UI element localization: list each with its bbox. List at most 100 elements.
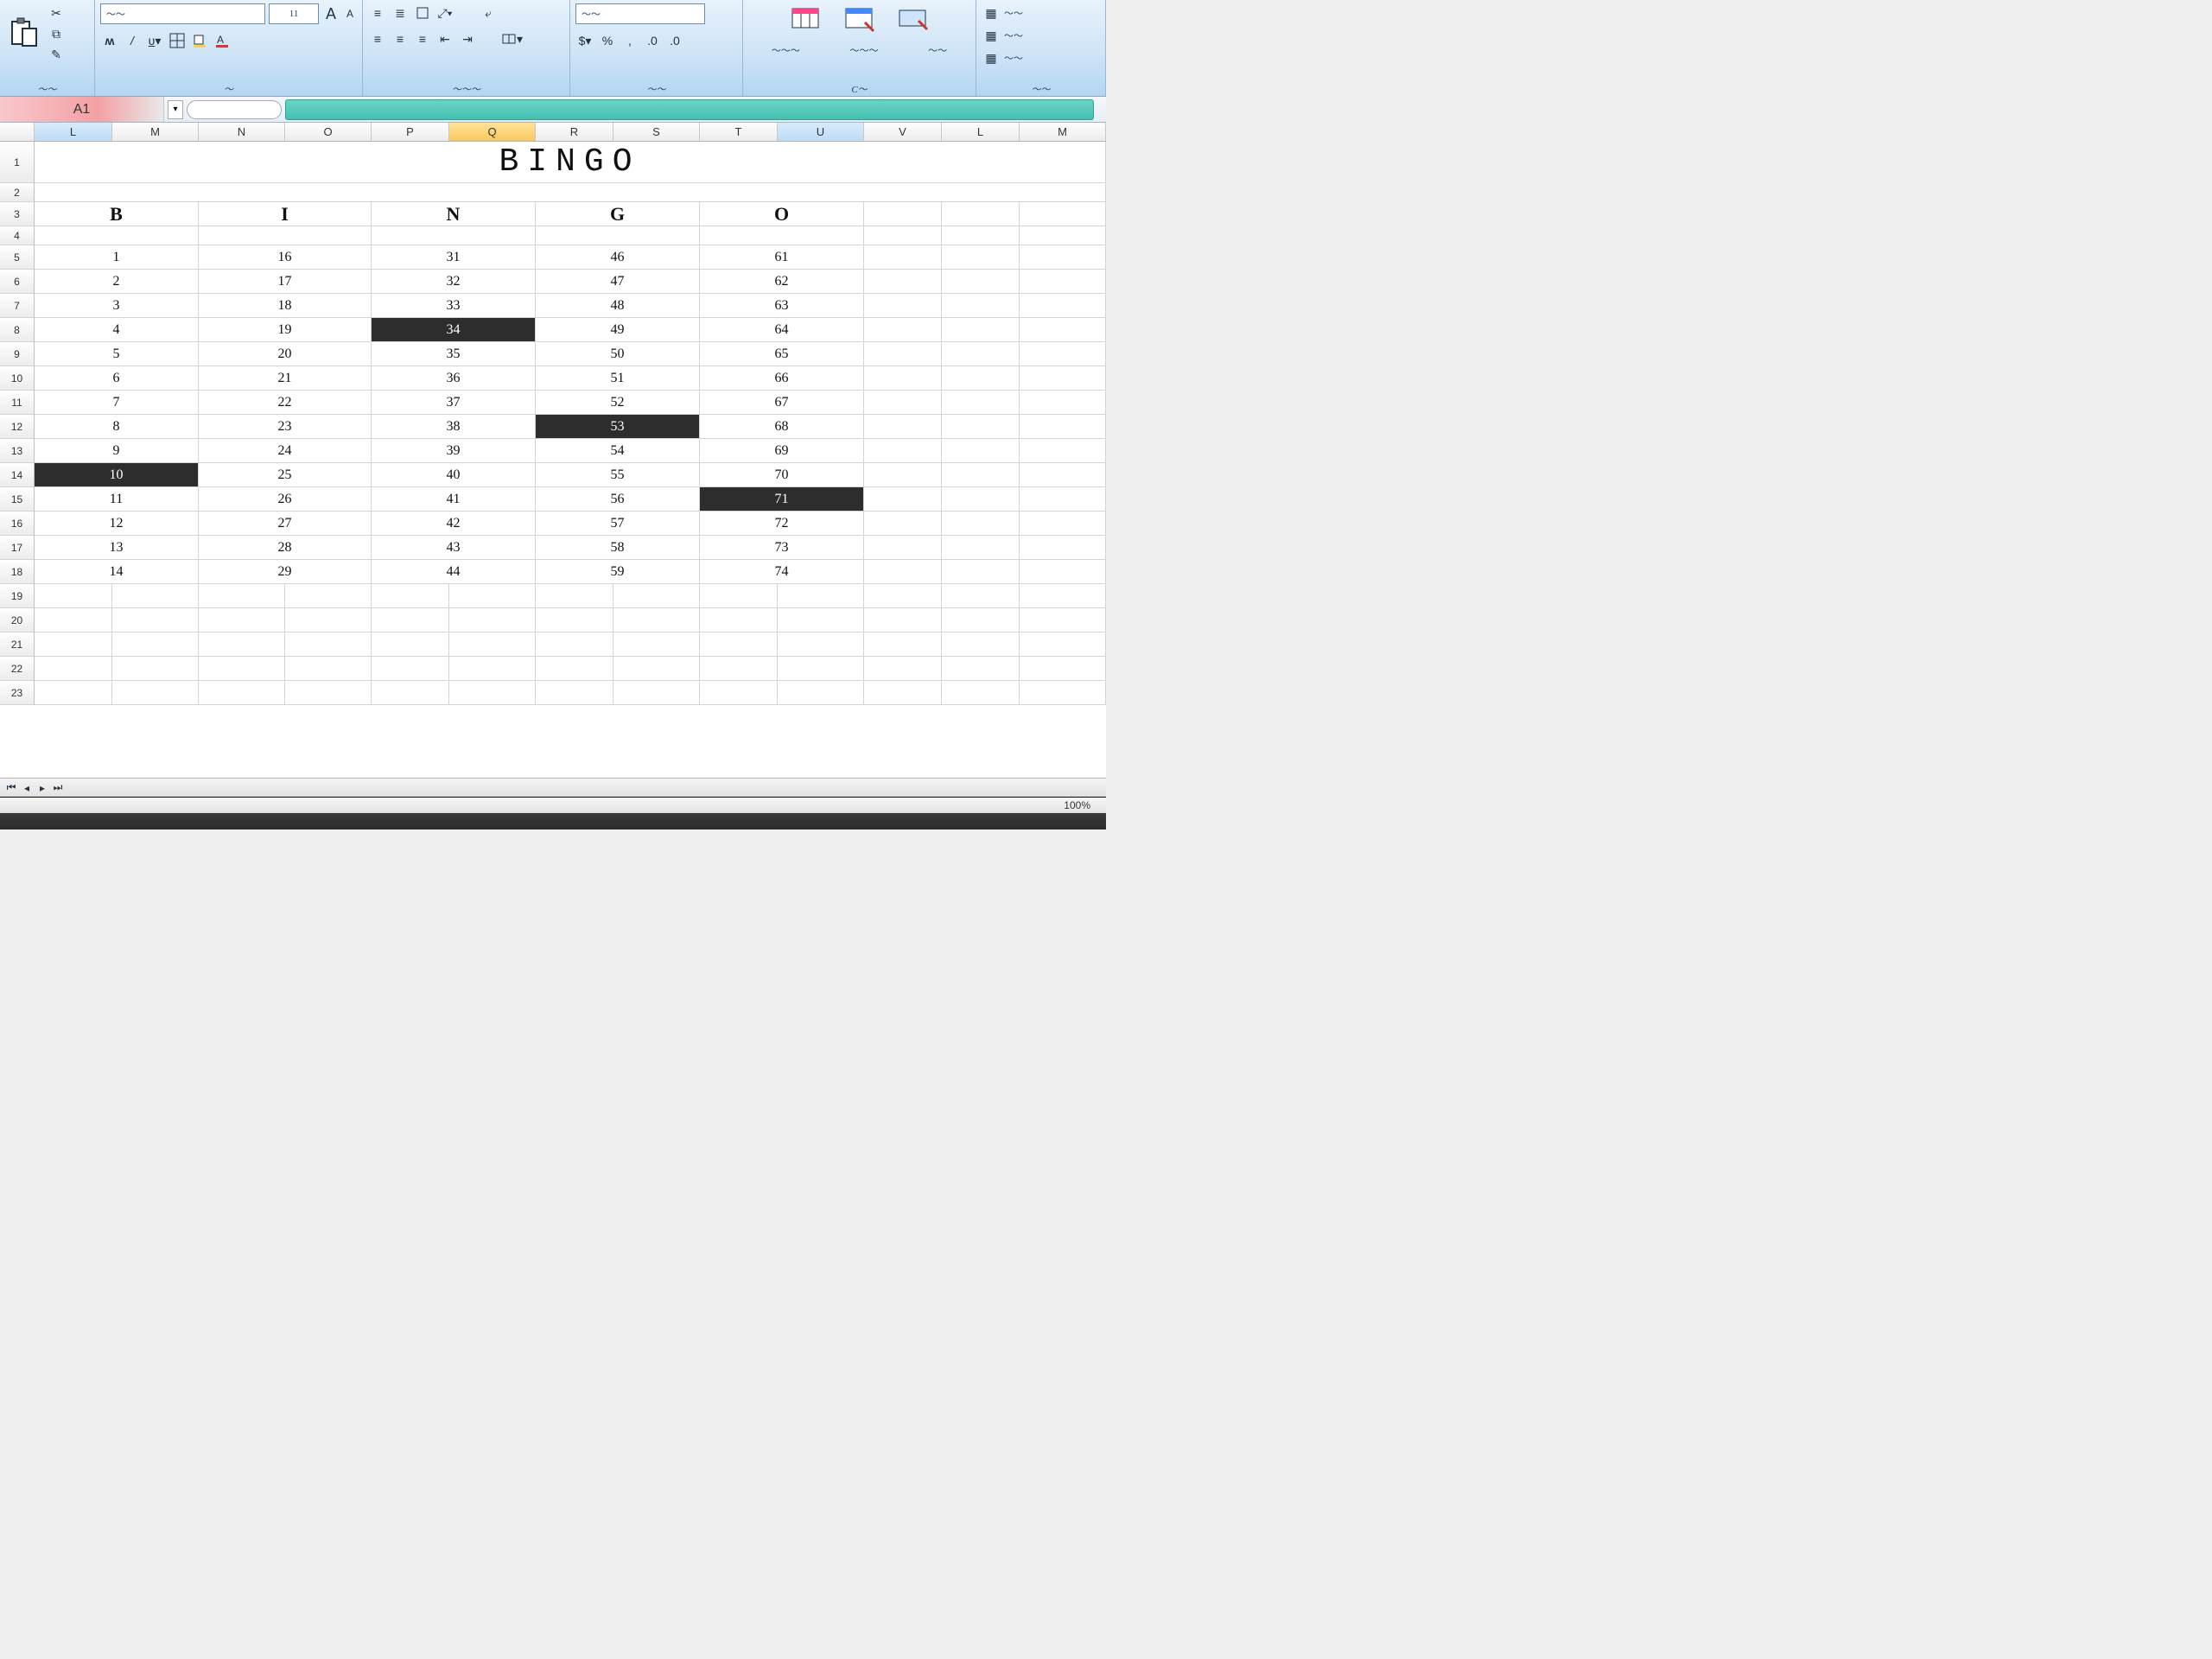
bingo-cell-N-31[interactable]: 31 [372, 245, 536, 270]
cell[interactable] [1020, 245, 1106, 270]
next-sheet-button[interactable]: ▸ [36, 782, 48, 794]
bingo-cell-I-17[interactable]: 17 [199, 270, 372, 294]
cell[interactable] [864, 415, 942, 439]
increase-indent-button[interactable]: ⇥ [458, 29, 477, 48]
cell[interactable] [1020, 391, 1106, 415]
cell[interactable] [372, 632, 449, 657]
bingo-cell-G-51[interactable]: 51 [536, 366, 700, 391]
cell[interactable] [942, 245, 1020, 270]
cell[interactable] [700, 584, 778, 608]
bingo-cell-I-21[interactable]: 21 [199, 366, 372, 391]
bingo-cell-O-62[interactable]: 62 [700, 270, 864, 294]
orientation-button[interactable]: ⤢▾ [435, 3, 454, 22]
cell[interactable] [864, 608, 942, 632]
bingo-cell-I-26[interactable]: 26 [199, 487, 372, 512]
bingo-cell-B-2[interactable]: 2 [35, 270, 199, 294]
bingo-cell-G-55[interactable]: 55 [536, 463, 700, 487]
bingo-cell-G-48[interactable]: 48 [536, 294, 700, 318]
cell[interactable] [942, 657, 1020, 681]
bingo-cell-O-67[interactable]: 67 [700, 391, 864, 415]
cell[interactable] [285, 657, 372, 681]
cell[interactable] [536, 608, 613, 632]
cell[interactable] [449, 681, 536, 705]
cell[interactable] [1020, 536, 1106, 560]
align-top-button[interactable]: ≡ [368, 3, 387, 22]
wrap-text-button[interactable]: ⤶ [479, 3, 498, 22]
cell[interactable] [35, 584, 112, 608]
bingo-cell-G-57[interactable]: 57 [536, 512, 700, 536]
cell[interactable] [285, 681, 372, 705]
cell[interactable] [536, 226, 700, 245]
cell[interactable] [700, 657, 778, 681]
cell[interactable] [942, 536, 1020, 560]
column-header-M[interactable]: M [112, 123, 199, 141]
cell[interactable] [942, 202, 1020, 226]
row-header-18[interactable]: 18 [0, 560, 35, 584]
bingo-cell-G-59[interactable]: 59 [536, 560, 700, 584]
row-header-23[interactable]: 23 [0, 681, 35, 705]
cell[interactable] [112, 608, 199, 632]
merge-button[interactable]: ▾ [501, 29, 523, 48]
cell[interactable] [864, 245, 942, 270]
bingo-cell-I-24[interactable]: 24 [199, 439, 372, 463]
cell[interactable] [112, 657, 199, 681]
cell[interactable] [372, 226, 536, 245]
bingo-cell-N-40[interactable]: 40 [372, 463, 536, 487]
format-painter-icon[interactable]: ✎ [47, 45, 66, 64]
bingo-cell-I-18[interactable]: 18 [199, 294, 372, 318]
cell[interactable] [942, 463, 1020, 487]
name-box-dropdown[interactable]: ▾ [168, 100, 183, 119]
cell[interactable] [35, 183, 1106, 202]
bingo-cell-B-14[interactable]: 14 [35, 560, 199, 584]
row-header-22[interactable]: 22 [0, 657, 35, 681]
bingo-cell-G-58[interactable]: 58 [536, 536, 700, 560]
column-header-L[interactable]: L [35, 123, 112, 141]
column-header-U[interactable]: U [778, 123, 864, 141]
bingo-cell-N-36[interactable]: 36 [372, 366, 536, 391]
cell[interactable] [778, 681, 864, 705]
cell[interactable] [449, 608, 536, 632]
cell[interactable] [613, 657, 700, 681]
bingo-header-N[interactable]: N [372, 202, 536, 226]
decrease-font-button[interactable]: A [343, 8, 357, 20]
cell[interactable] [449, 632, 536, 657]
row-header-21[interactable]: 21 [0, 632, 35, 657]
cell[interactable] [942, 632, 1020, 657]
row-header-9[interactable]: 9 [0, 342, 35, 366]
row-header-20[interactable]: 20 [0, 608, 35, 632]
increase-decimal-button[interactable]: .0 [643, 31, 662, 50]
cell[interactable] [864, 632, 942, 657]
bingo-cell-I-16[interactable]: 16 [199, 245, 372, 270]
cell[interactable] [536, 681, 613, 705]
cell[interactable] [864, 202, 942, 226]
cell[interactable] [864, 463, 942, 487]
bingo-cell-G-52[interactable]: 52 [536, 391, 700, 415]
cell[interactable] [1020, 294, 1106, 318]
cell[interactable] [199, 608, 285, 632]
cell[interactable] [942, 608, 1020, 632]
cell[interactable] [942, 270, 1020, 294]
cell[interactable] [942, 294, 1020, 318]
bingo-cell-B-5[interactable]: 5 [35, 342, 199, 366]
cell[interactable] [449, 657, 536, 681]
select-all-corner[interactable] [0, 123, 35, 141]
align-right-button[interactable]: ≡ [413, 29, 432, 48]
cell[interactable] [942, 342, 1020, 366]
percent-button[interactable]: % [598, 31, 617, 50]
bingo-cell-B-10[interactable]: 10 [35, 463, 199, 487]
column-header-O[interactable]: O [285, 123, 372, 141]
bingo-cell-O-72[interactable]: 72 [700, 512, 864, 536]
spreadsheet-grid[interactable]: 1BINGO23BINGO451163146616217324762731833… [0, 142, 1106, 778]
cell[interactable] [199, 584, 285, 608]
cell[interactable] [864, 391, 942, 415]
decrease-indent-button[interactable]: ⇤ [435, 29, 454, 48]
cell[interactable] [864, 439, 942, 463]
cell[interactable] [1020, 512, 1106, 536]
row-header-2[interactable]: 2 [0, 183, 35, 202]
row-header-12[interactable]: 12 [0, 415, 35, 439]
row-header-8[interactable]: 8 [0, 318, 35, 342]
bingo-cell-I-27[interactable]: 27 [199, 512, 372, 536]
conditional-format-icon[interactable] [787, 3, 825, 41]
comma-button[interactable]: , [620, 31, 639, 50]
italic-button[interactable]: / [123, 31, 142, 50]
